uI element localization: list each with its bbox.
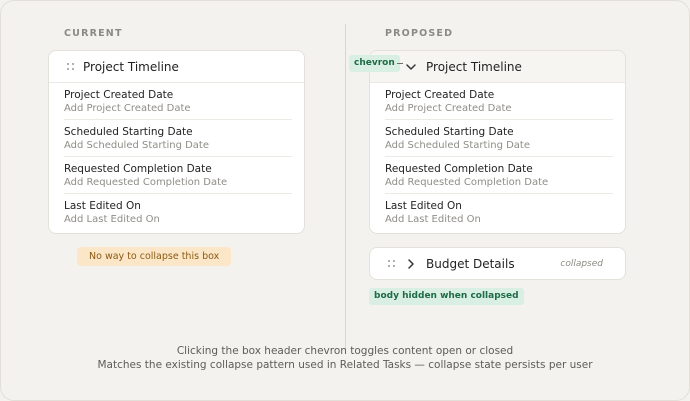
field-label: Scheduled Starting Date xyxy=(385,126,514,138)
proposed-column-label: PROPOSED xyxy=(385,28,454,39)
field-row: Last Edited On Add Last Edited On xyxy=(385,194,613,231)
collapsed-state-label: collapsed xyxy=(560,258,603,269)
field-label: Scheduled Starting Date xyxy=(64,126,193,138)
field-row: Scheduled Starting Date Add Scheduled St… xyxy=(64,120,292,157)
proposed-card-body: Project Created Date Add Project Created… xyxy=(370,83,625,231)
footer-line-1: Clicking the box header chevron toggles … xyxy=(176,345,514,357)
field-label: Project Created Date xyxy=(385,89,495,101)
chevron-down-icon[interactable] xyxy=(404,60,418,74)
field-value[interactable]: Add Last Edited On xyxy=(385,213,613,227)
no-collapse-note: No way to collapse this box xyxy=(77,247,232,266)
drag-handle-icon[interactable] xyxy=(67,62,75,71)
proposed-card-header[interactable]: Project Timeline xyxy=(370,51,625,83)
field-value[interactable]: Add Scheduled Starting Date xyxy=(385,139,613,153)
field-value[interactable]: Add Last Edited On xyxy=(64,213,292,227)
chevron-callout-tag: chevron xyxy=(349,55,400,72)
drag-handle-icon[interactable] xyxy=(388,259,396,268)
column-divider xyxy=(345,24,346,350)
field-value[interactable]: Add Scheduled Starting Date xyxy=(64,139,292,153)
field-label: Last Edited On xyxy=(64,200,141,212)
field-value[interactable]: Add Requested Completion Date xyxy=(385,176,613,190)
current-card-title: Project Timeline xyxy=(83,59,179,74)
field-value[interactable]: Add Project Created Date xyxy=(385,102,613,116)
current-project-timeline-card: Project Timeline Project Created Date Ad… xyxy=(48,50,305,234)
current-card-header: Project Timeline xyxy=(49,51,304,83)
field-value[interactable]: Add Project Created Date xyxy=(64,102,292,116)
field-row: Last Edited On Add Last Edited On xyxy=(64,194,292,231)
current-card-body: Project Created Date Add Project Created… xyxy=(49,83,304,231)
proposed-card-title: Project Timeline xyxy=(426,59,522,74)
field-row: Scheduled Starting Date Add Scheduled St… xyxy=(385,120,613,157)
budget-card-title: Budget Details xyxy=(426,256,515,271)
callout-connector xyxy=(397,63,403,64)
footer-line-2: Matches the existing collapse pattern us… xyxy=(97,359,593,371)
field-label: Project Created Date xyxy=(64,89,174,101)
field-row: Requested Completion Date Add Requested … xyxy=(64,157,292,194)
field-label: Last Edited On xyxy=(385,200,462,212)
field-label: Requested Completion Date xyxy=(64,163,212,175)
field-row: Project Created Date Add Project Created… xyxy=(64,83,292,120)
field-row: Requested Completion Date Add Requested … xyxy=(385,157,613,194)
current-column-label: CURRENT xyxy=(64,28,123,39)
field-value[interactable]: Add Requested Completion Date xyxy=(64,176,292,190)
proposed-project-timeline-card: Project Timeline Project Created Date Ad… xyxy=(369,50,626,234)
budget-card-header[interactable]: Budget Details collapsed xyxy=(370,248,625,279)
chevron-right-icon[interactable] xyxy=(404,257,418,271)
body-hidden-note: body hidden when collapsed xyxy=(369,288,524,305)
budget-details-card: Budget Details collapsed xyxy=(369,247,626,280)
field-label: Requested Completion Date xyxy=(385,163,533,175)
field-row: Project Created Date Add Project Created… xyxy=(385,83,613,120)
